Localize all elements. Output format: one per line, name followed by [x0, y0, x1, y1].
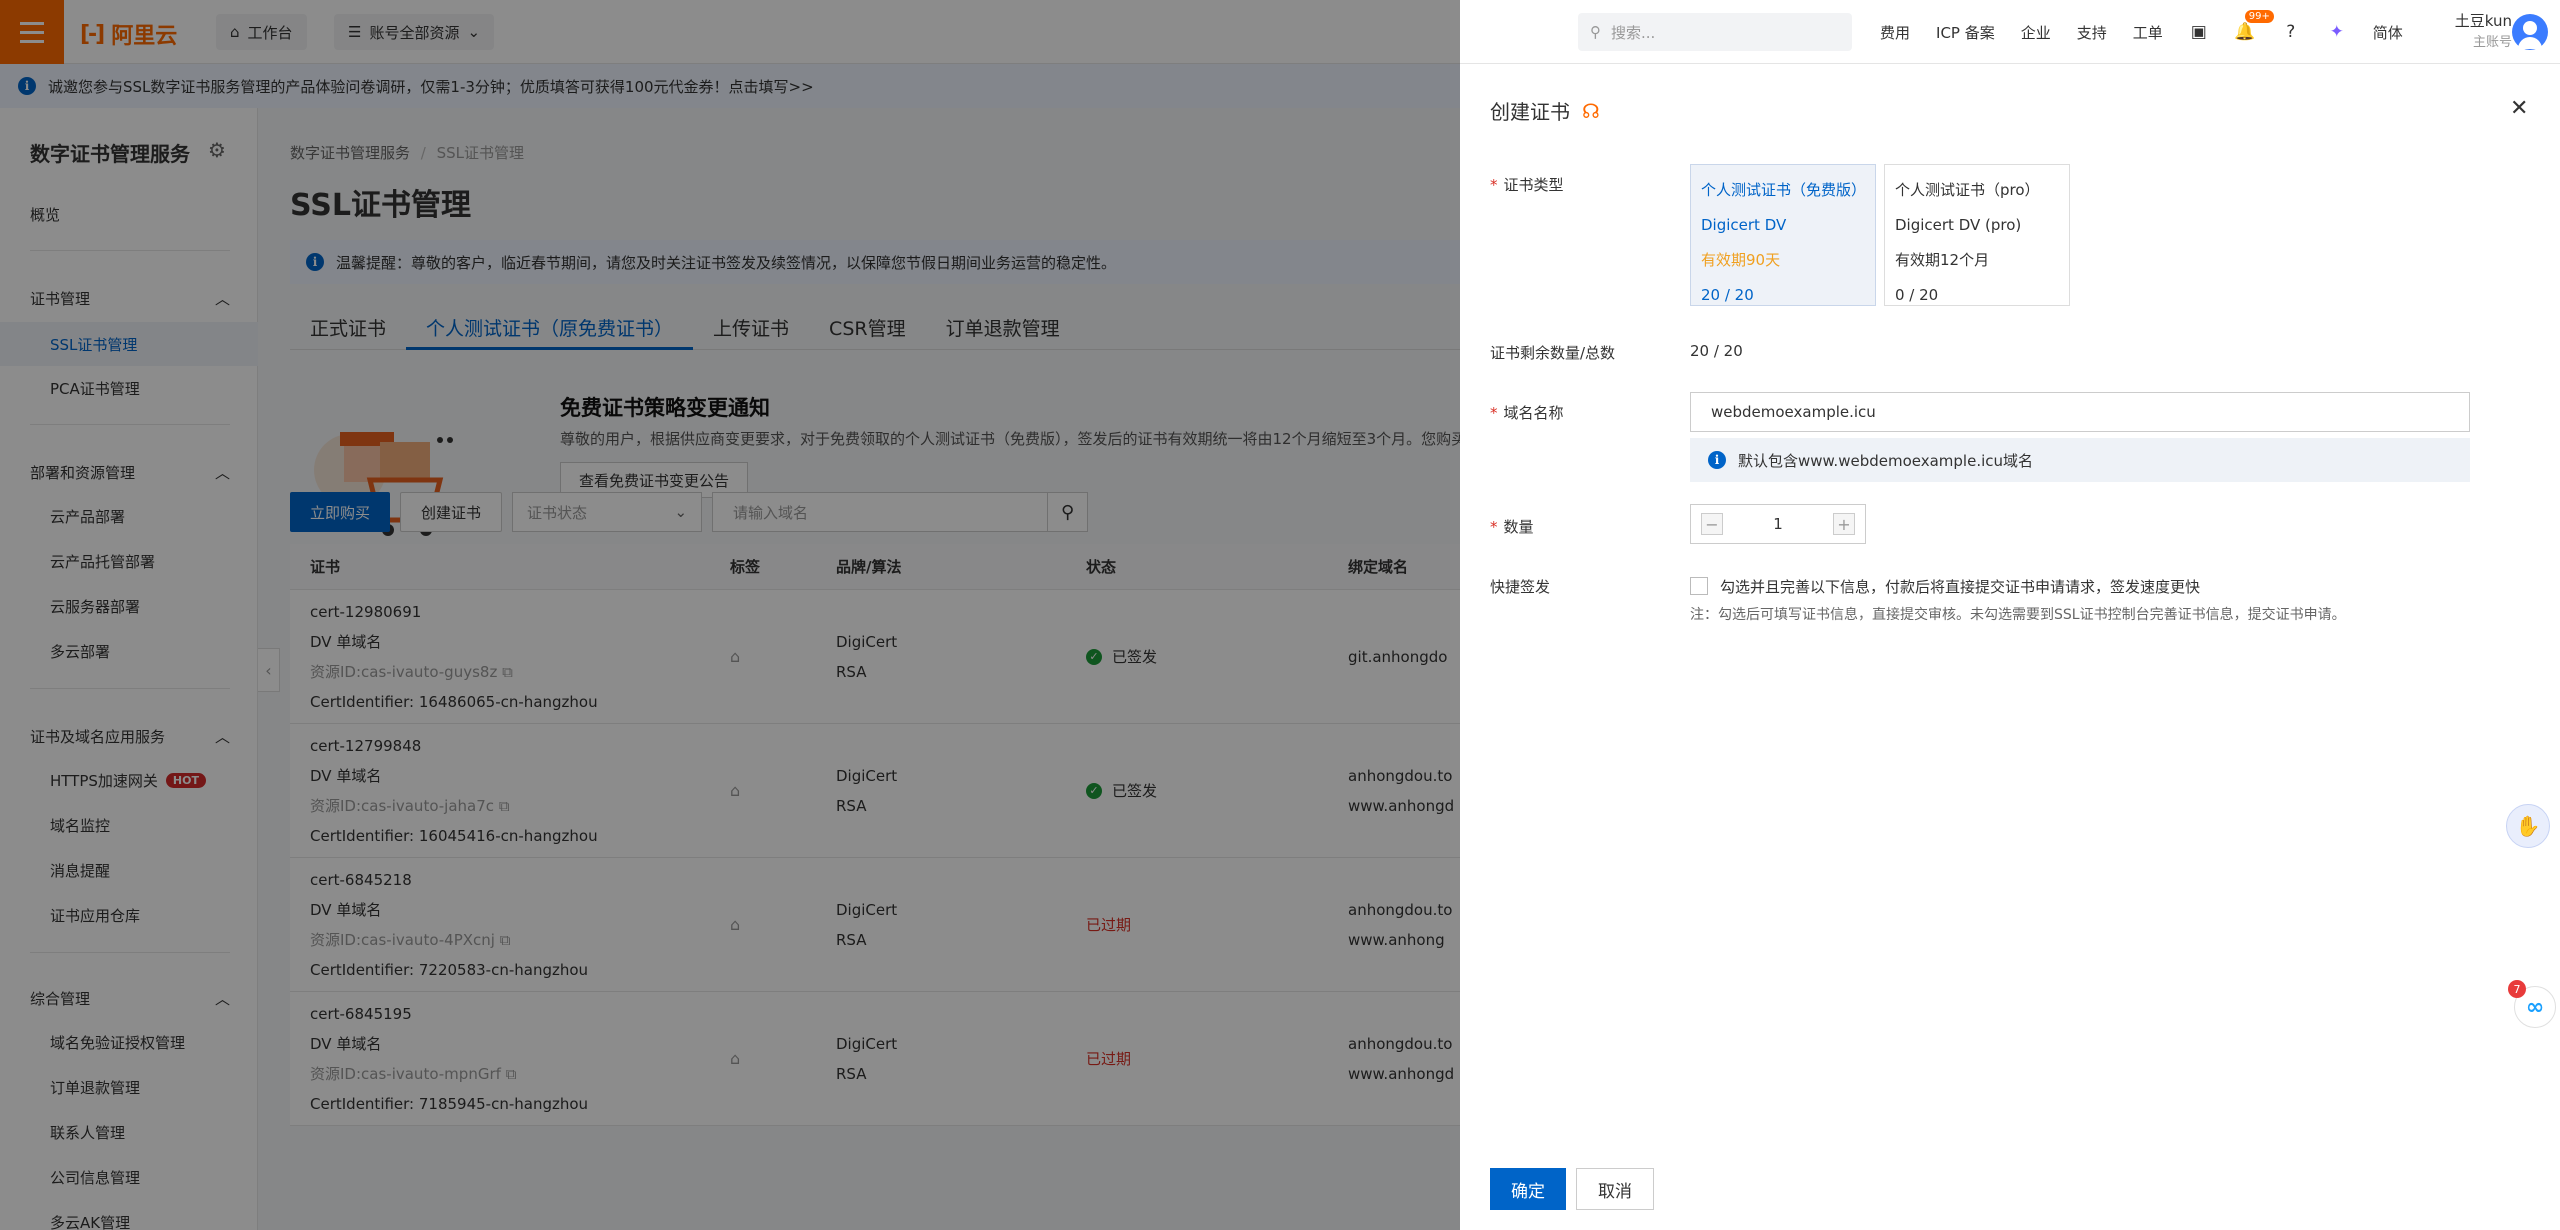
card-title: 个人测试证书（免费版）	[1701, 181, 1867, 199]
global-search-input[interactable]: ⚲ 搜索...	[1578, 13, 1852, 51]
create-cert-drawer: 创建证书 ☊ ✕ * 证书类型 个人测试证书（免费版） Digicert DV 有…	[1460, 64, 2560, 1230]
fast-issue-label: 快捷签发	[1490, 578, 1551, 596]
drawer-footer: 确定 取消	[1490, 1168, 1654, 1210]
card-count: 0 / 20	[1895, 286, 1939, 304]
link-icp[interactable]: ICP 备案	[1936, 22, 1995, 43]
top-links: 费用 ICP 备案 企业 支持 工单 ▣ 🔔 99+ ? ✦ 简体	[1880, 0, 2403, 64]
domain-input[interactable]: webdemoexample.icu	[1690, 392, 2470, 432]
avatar[interactable]	[2512, 14, 2548, 50]
user-name: 土豆kun	[2454, 12, 2512, 30]
confirm-button[interactable]: 确定	[1490, 1168, 1566, 1210]
domain-label: * 域名名称	[1490, 402, 1564, 423]
link-ticket[interactable]: 工单	[2133, 22, 2163, 43]
cert-type-label-text: 证书类型	[1503, 176, 1564, 194]
star-icon[interactable]: ✦	[2327, 22, 2347, 42]
card-brand: Digicert DV (pro)	[1895, 216, 2022, 234]
domain-hint: i 默认包含www.webdemoexample.icu域名	[1690, 438, 2470, 482]
decrement-button[interactable]: −	[1701, 513, 1723, 535]
quantity-stepper: − 1 +	[1690, 504, 1866, 544]
cert-type-label: * 证书类型	[1490, 174, 1564, 195]
user-info[interactable]: 土豆kun 主账号	[2440, 10, 2512, 50]
info-icon: i	[1708, 451, 1726, 469]
terminal-icon[interactable]: ▣	[2189, 22, 2209, 42]
cert-type-card-pro[interactable]: 个人测试证书（pro） Digicert DV (pro) 有效期12个月 0 …	[1884, 164, 2070, 306]
quantity-label: * 数量	[1490, 516, 1534, 537]
remaining-label: 证书剩余数量/总数	[1490, 344, 1616, 362]
link-enterprise[interactable]: 企业	[2021, 22, 2051, 43]
notification-badge: 99+	[2244, 10, 2274, 23]
cancel-button[interactable]: 取消	[1576, 1168, 1654, 1210]
card-count: 20 / 20	[1701, 286, 1754, 304]
quantity-label-text: 数量	[1503, 518, 1534, 536]
lang-switch[interactable]: 简体	[2373, 22, 2403, 43]
card-title: 个人测试证书（pro）	[1895, 181, 2040, 199]
modal-overlay[interactable]	[0, 0, 1460, 1230]
close-icon[interactable]: ✕	[2510, 96, 2528, 121]
fast-issue-checkbox[interactable]	[1690, 577, 1708, 595]
hand-icon[interactable]: ✋	[2506, 804, 2550, 848]
search-icon: ⚲	[1590, 23, 1601, 41]
link-support[interactable]: 支持	[2077, 22, 2107, 43]
quantity-value[interactable]: 1	[1773, 515, 1783, 533]
card-brand: Digicert DV	[1701, 216, 1787, 234]
increment-button[interactable]: +	[1832, 513, 1855, 535]
link-fees[interactable]: 费用	[1880, 22, 1910, 43]
drawer-title: 创建证书 ☊	[1490, 96, 1600, 125]
fast-issue-check-text[interactable]: 勾选并且完善以下信息，付款后将直接提交证书申请请求，签发速度更快	[1720, 576, 2200, 597]
required-mark: *	[1490, 176, 1498, 194]
fast-issue-note: 注：勾选后可填写证书信息，直接提交审核。未勾选需要到SSL证书控制台完善证书信息…	[1690, 607, 2346, 623]
headset-icon[interactable]: ☊	[1582, 99, 1600, 123]
assistant-badge: 7	[2508, 980, 2526, 998]
cert-type-card-free[interactable]: 个人测试证书（免费版） Digicert DV 有效期90天 20 / 20	[1690, 164, 1876, 306]
remaining-value: 20 / 20	[1690, 342, 1743, 360]
drawer-title-text: 创建证书	[1490, 100, 1570, 124]
search-placeholder: 搜索...	[1611, 23, 1656, 42]
required-mark: *	[1490, 404, 1498, 422]
card-validity: 有效期12个月	[1895, 251, 1990, 269]
card-validity: 有效期90天	[1701, 251, 1781, 269]
domain-label-text: 域名名称	[1503, 404, 1564, 422]
domain-hint-text: 默认包含www.webdemoexample.icu域名	[1738, 451, 2034, 470]
bell-icon[interactable]: 🔔 99+	[2234, 10, 2274, 42]
user-role: 主账号	[2472, 35, 2512, 50]
required-mark: *	[1490, 518, 1498, 536]
help-icon[interactable]: ?	[2281, 22, 2301, 42]
